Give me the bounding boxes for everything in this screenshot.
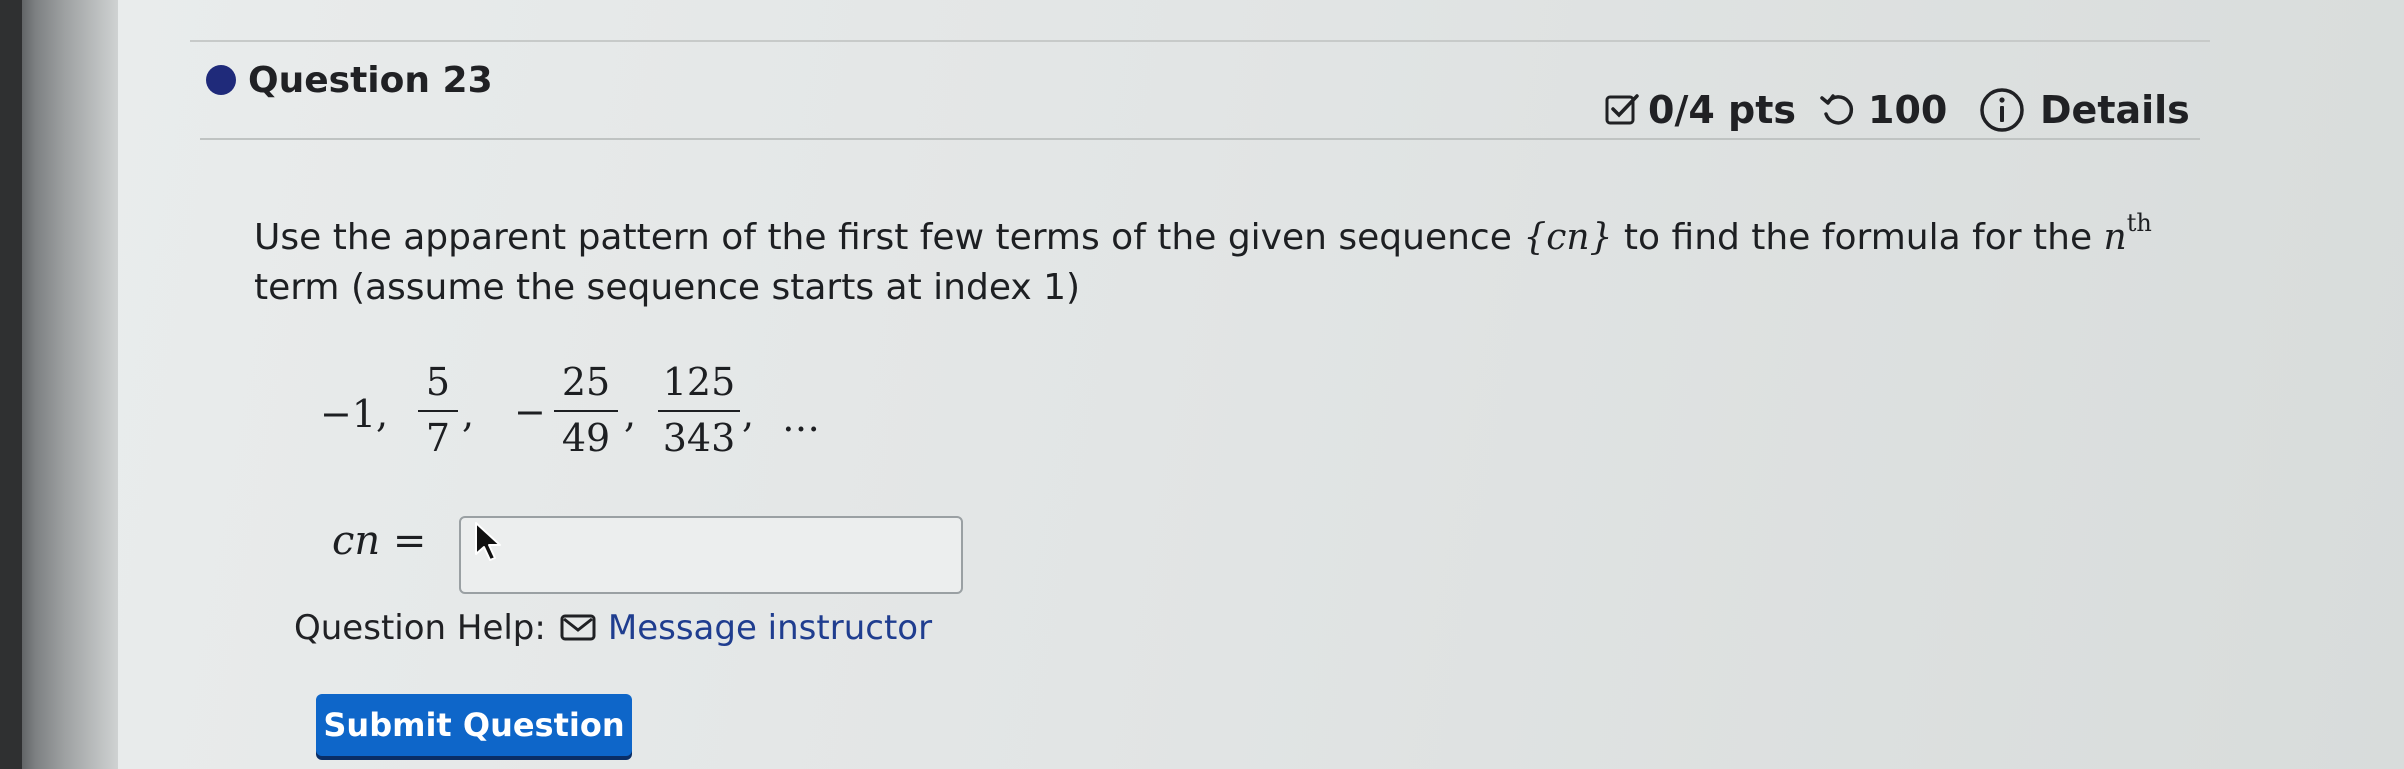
prompt-text-3: term (assume the sequence starts at inde…	[254, 267, 1081, 308]
question-help: Question Help: Message instructor	[294, 608, 932, 648]
term-2-numerator: 5	[425, 360, 451, 404]
term-4-fraction: 125 343	[658, 360, 740, 460]
message-instructor-link[interactable]: Message instructor	[560, 608, 932, 648]
ellipsis: …	[782, 396, 820, 440]
question-prompt: Use the apparent pattern of the first fe…	[254, 198, 2154, 313]
attempts-indicator: 100	[1818, 82, 1947, 138]
separator: ,	[742, 392, 755, 436]
points-indicator: 0/4 pts	[1604, 82, 1796, 138]
question-title: Question 23	[248, 60, 493, 101]
retry-icon	[1818, 90, 1858, 130]
term-4-denominator: 343	[662, 416, 736, 460]
term-3-denominator: 49	[561, 416, 611, 460]
bezel-edge	[0, 0, 22, 769]
cursor-icon	[473, 520, 507, 568]
term-4-numerator: 125	[662, 360, 736, 404]
fraction-bar	[658, 410, 740, 412]
help-label: Question Help:	[294, 608, 546, 648]
answer-label: cn =	[332, 518, 427, 564]
details-label: Details	[2040, 88, 2190, 132]
envelope-icon	[560, 614, 598, 642]
monitor-bezel	[0, 0, 118, 769]
fraction-bar	[554, 410, 618, 412]
info-icon	[1978, 86, 2026, 134]
header-divider	[200, 138, 2200, 140]
term-3-fraction: 25 49	[554, 360, 618, 460]
nth-superscript: th	[2126, 209, 2152, 237]
checkbox-icon	[1604, 92, 1640, 128]
message-instructor-label: Message instructor	[607, 608, 933, 648]
fraction-bar	[418, 410, 458, 412]
answer-input[interactable]	[459, 516, 963, 594]
separator: ,	[624, 392, 637, 436]
details-button[interactable]: Details	[1978, 82, 2190, 138]
top-divider	[190, 40, 2210, 42]
submit-question-button[interactable]: Submit Question	[316, 694, 632, 756]
term-3-sign: −	[514, 390, 546, 434]
sequence-symbol: {cn}	[1523, 217, 1613, 258]
term-2-denominator: 7	[425, 416, 451, 460]
nth-variable: n	[2103, 217, 2127, 258]
attempts-text: 100	[1868, 88, 1948, 132]
term-2-fraction: 5 7	[418, 360, 458, 460]
term-3-numerator: 25	[561, 360, 611, 404]
question-status-dot	[206, 65, 236, 95]
separator: ,	[462, 392, 475, 436]
prompt-text-1: Use the apparent pattern of the first fe…	[254, 217, 1524, 258]
term-1: −1,	[320, 392, 389, 436]
prompt-text-2: to find the formula for the	[1612, 217, 2104, 258]
points-text: 0/4 pts	[1648, 88, 1796, 132]
